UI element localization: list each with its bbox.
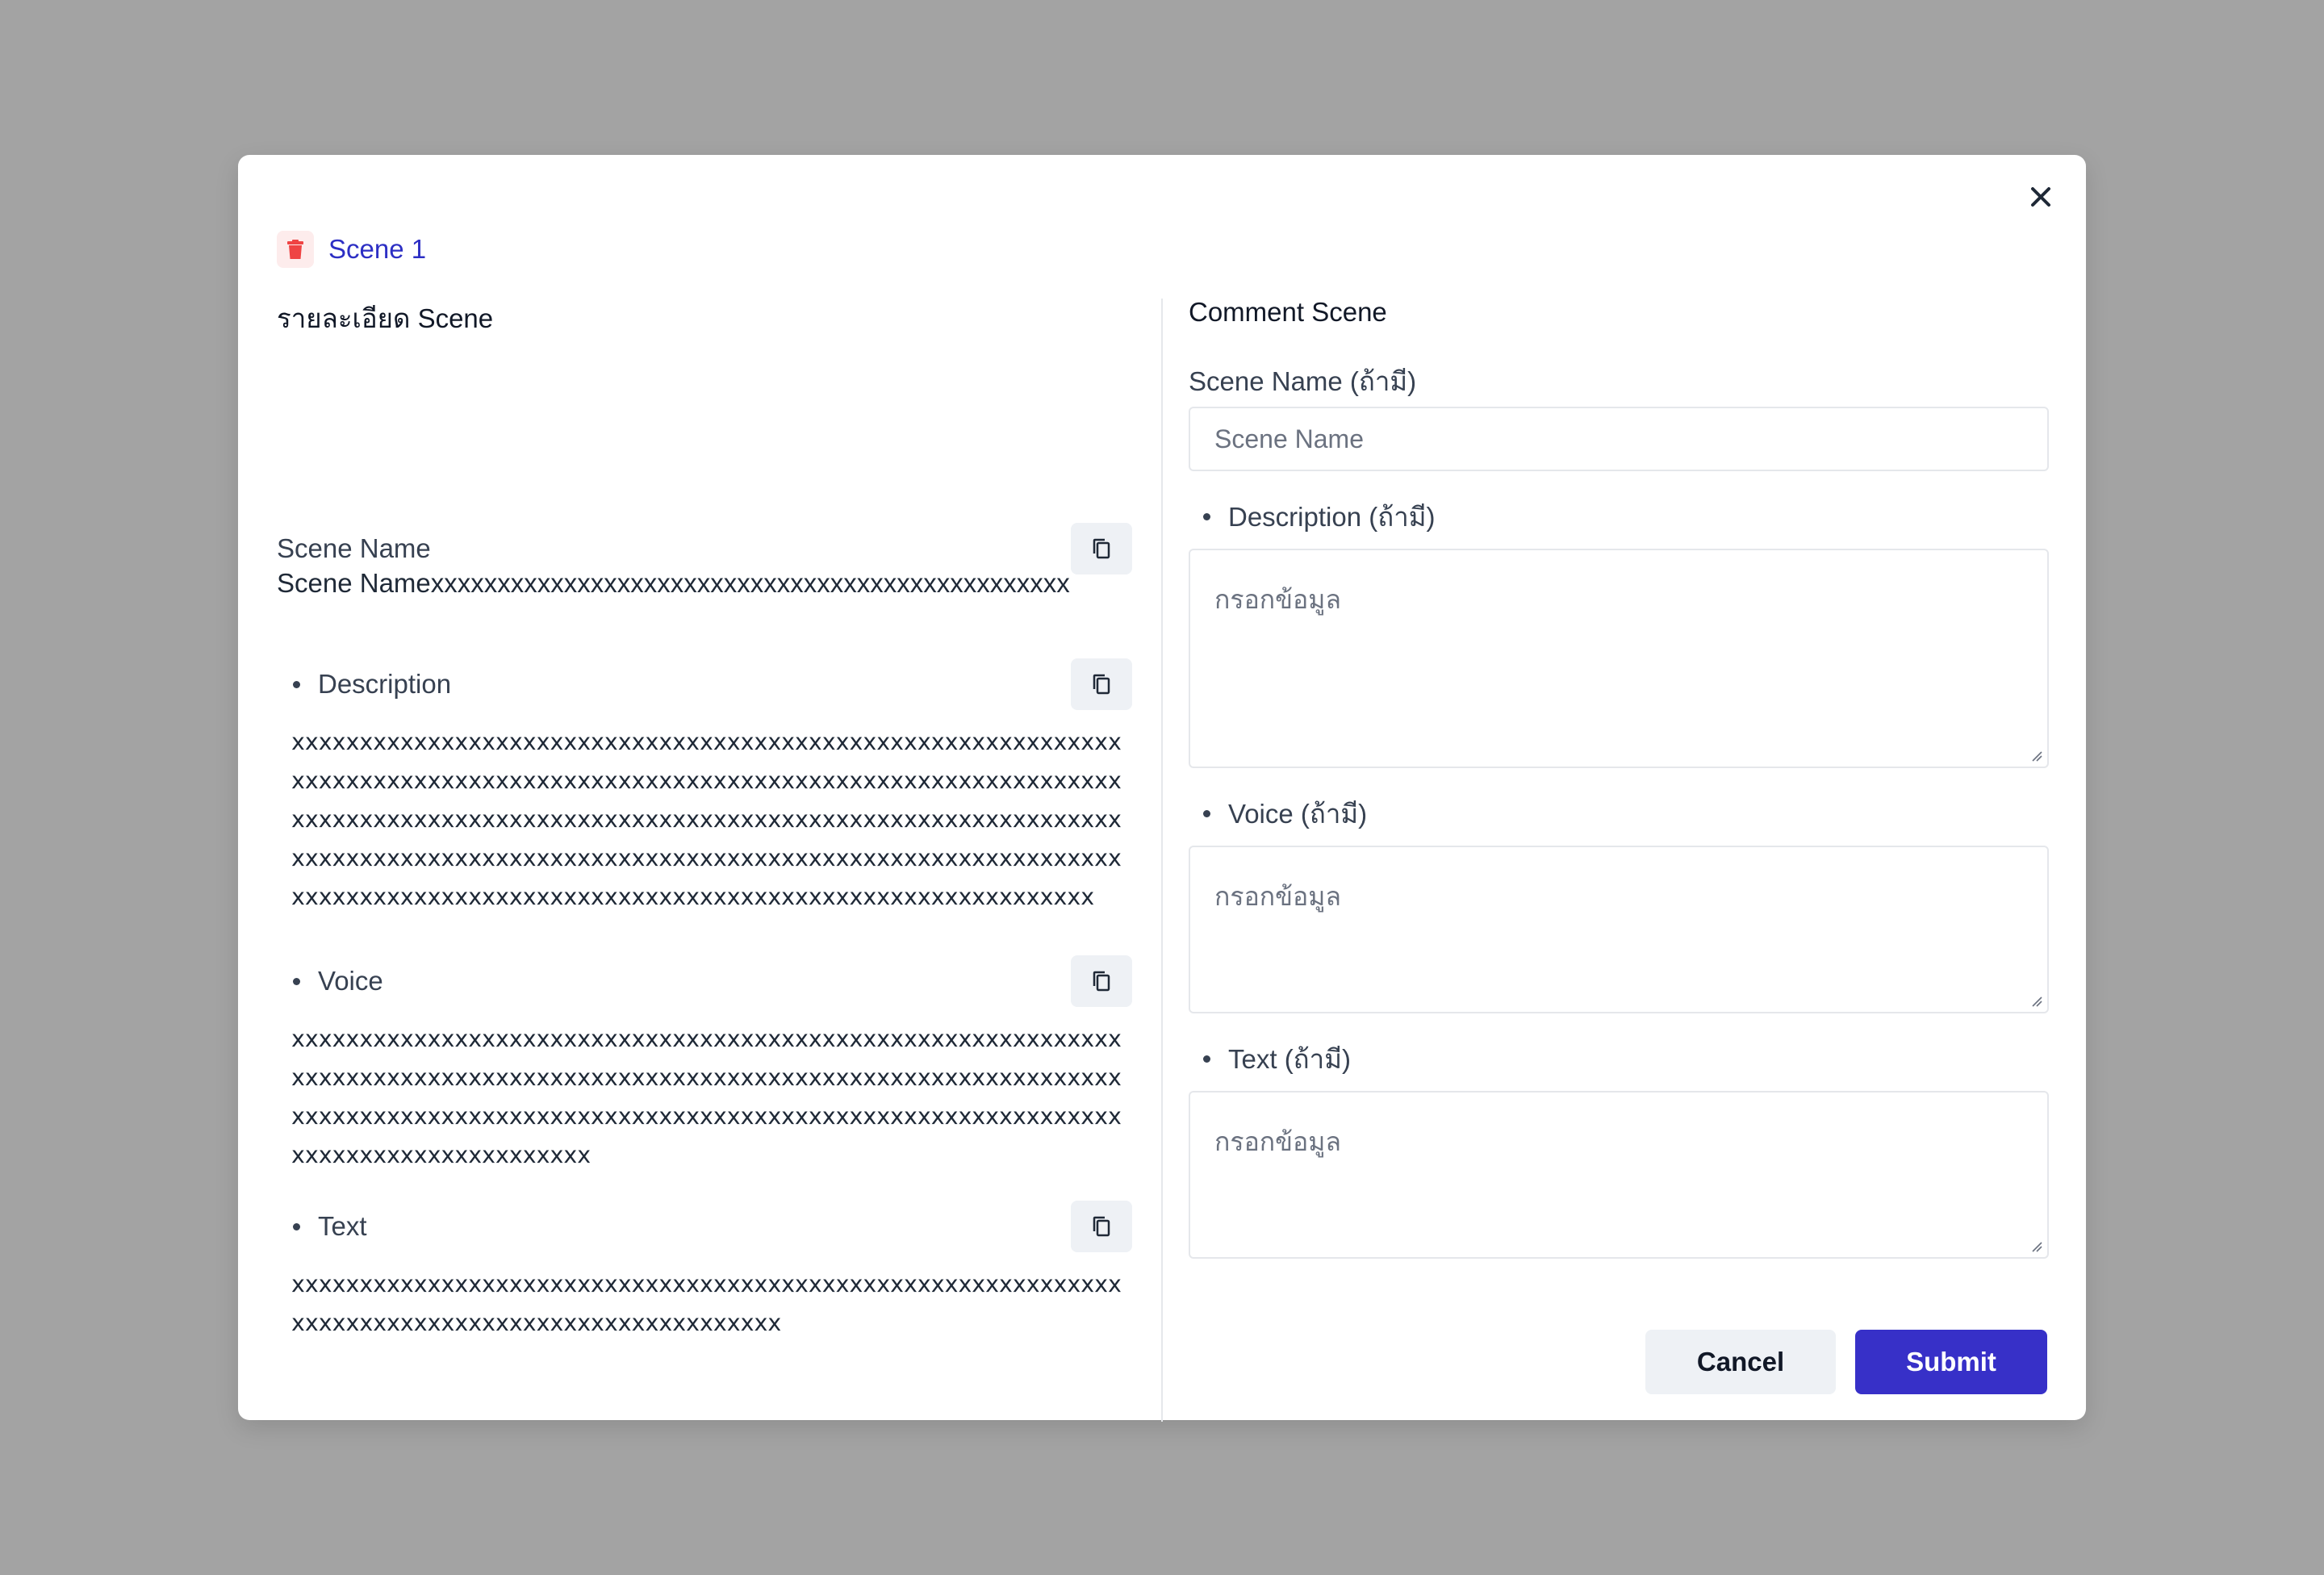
bullet-dot	[293, 977, 300, 985]
scene-name-label: Scene Name	[277, 533, 431, 563]
comment-scene-name-label: Scene Name (ถ้ามี)	[1189, 366, 1417, 396]
voice-row: Voice	[277, 955, 1132, 1007]
description-row: Description	[277, 658, 1132, 710]
comment-description-textarea[interactable]: กรอกข้อมูล	[1189, 549, 2049, 768]
copy-voice-button[interactable]	[1071, 955, 1132, 1007]
resize-grip-icon[interactable]	[2031, 750, 2042, 762]
comment-text-label-wrap: Text (ถ้ามี)	[1189, 1038, 1351, 1080]
description-value: xxxxxxxxxxxxxxxxxxxxxxxxxxxxxxxxxxxxxxxx…	[291, 729, 1122, 910]
comment-scene-name-input[interactable]: Scene Name	[1189, 407, 2049, 471]
bullet-dot	[293, 1222, 300, 1230]
description-placeholder: กรอกข้อมูล	[1214, 585, 1341, 614]
resize-grip-icon[interactable]	[2031, 1241, 2042, 1252]
close-button[interactable]	[2023, 179, 2059, 215]
voice-label: Voice	[318, 966, 383, 996]
trash-icon	[287, 240, 303, 259]
scene-title: Scene 1	[328, 234, 427, 264]
comment-voice-label: Voice (ถ้ามี)	[1228, 799, 1368, 829]
copy-description-button[interactable]	[1071, 658, 1132, 710]
copy-scene-name-button[interactable]	[1071, 523, 1132, 574]
delete-scene-button[interactable]	[277, 231, 314, 268]
comment-scene-title: Comment Scene	[1189, 297, 1387, 327]
close-icon	[2031, 187, 2050, 207]
scene-name-value: Scene Namexxxxxxxxxxxxxxxxxxxxxxxxxxxxxx…	[277, 568, 1070, 598]
copy-icon	[1093, 538, 1110, 559]
description-label: Description	[318, 669, 452, 699]
comment-description-label: Description (ถ้ามี)	[1228, 502, 1436, 532]
scene-details-title: รายละเอียด Scene	[277, 303, 494, 333]
copy-icon	[1093, 971, 1110, 992]
comment-description-label-wrap: Description (ถ้ามี)	[1189, 495, 1435, 538]
voice-label-wrap: Voice	[277, 966, 383, 996]
scene-modal: Scene 1 รายละเอียด Scene Scene Name Scen…	[238, 155, 2086, 1422]
bullet-dot	[293, 680, 300, 688]
resize-grip-icon[interactable]	[2031, 996, 2042, 1007]
text-value: xxxxxxxxxxxxxxxxxxxxxxxxxxxxxxxxxxxxxxxx…	[291, 1271, 1122, 1336]
copy-icon	[1093, 674, 1110, 695]
text-row: Text	[277, 1201, 1132, 1252]
copy-icon	[1093, 1216, 1110, 1237]
voice-value: xxxxxxxxxxxxxxxxxxxxxxxxxxxxxxxxxxxxxxxx…	[291, 1026, 1122, 1168]
comment-voice-textarea[interactable]: กรอกข้อมูล	[1189, 846, 2049, 1013]
scene-name-placeholder: Scene Name	[1214, 424, 1364, 453]
text-placeholder: กรอกข้อมูล	[1214, 1127, 1341, 1156]
text-label-wrap: Text	[277, 1211, 367, 1242]
voice-placeholder: กรอกข้อมูล	[1214, 882, 1341, 911]
text-label: Text	[318, 1211, 367, 1241]
comment-text-label: Text (ถ้ามี)	[1228, 1044, 1351, 1074]
cancel-button[interactable]: Cancel	[1645, 1330, 1836, 1394]
scene-name-row: Scene Name	[277, 523, 1132, 574]
bullet-dot	[1203, 1055, 1210, 1063]
copy-text-button[interactable]	[1071, 1201, 1132, 1252]
submit-button[interactable]: Submit	[1855, 1330, 2047, 1394]
bullet-dot	[1203, 513, 1210, 520]
description-label-wrap: Description	[277, 669, 451, 700]
modal-header: Scene 1	[277, 231, 426, 268]
comment-voice-label-wrap: Voice (ถ้ามี)	[1189, 792, 1367, 835]
column-divider	[1161, 299, 1163, 1422]
bullet-dot	[1203, 810, 1210, 817]
comment-text-textarea[interactable]: กรอกข้อมูล	[1189, 1091, 2049, 1259]
